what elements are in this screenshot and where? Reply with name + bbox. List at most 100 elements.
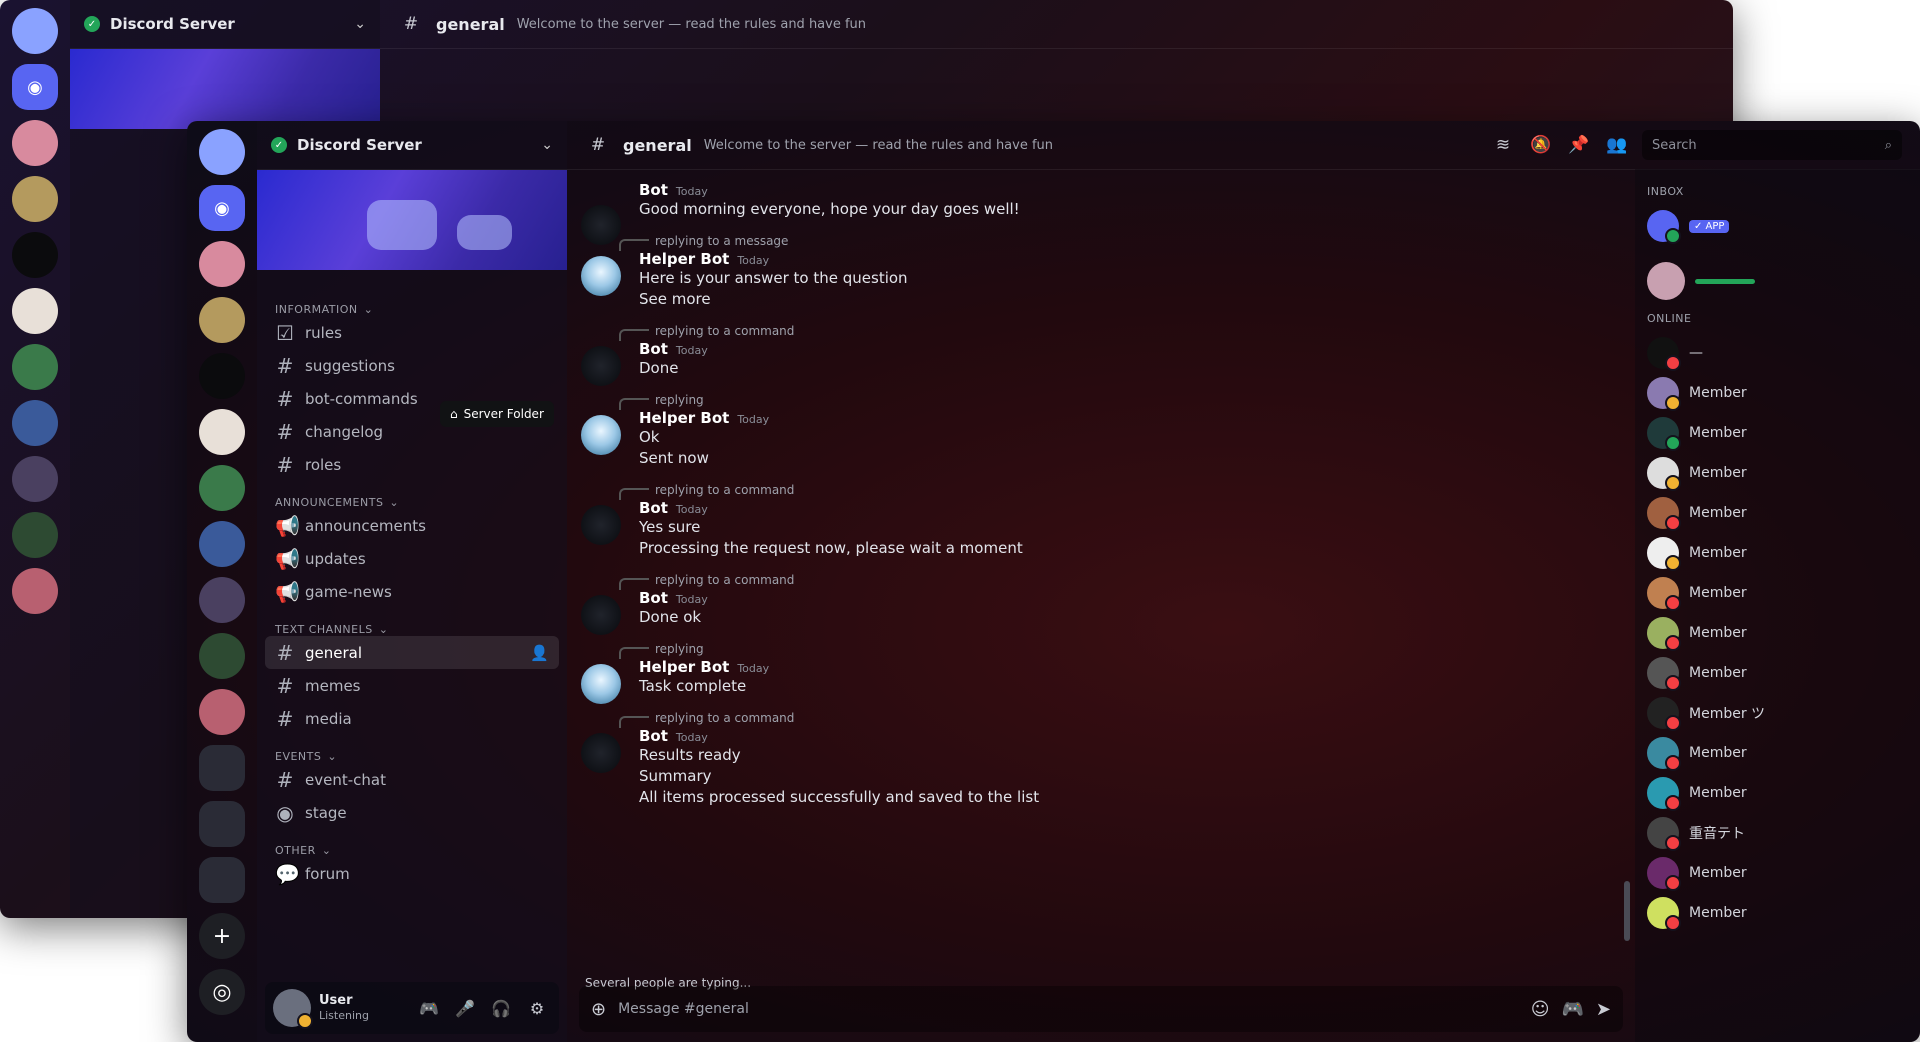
chevron-down-icon[interactable]: ⌄ [541, 137, 553, 153]
member-item[interactable]: Member [1647, 653, 1908, 693]
channel-item[interactable]: # roles [265, 448, 559, 481]
avatar[interactable] [581, 664, 621, 704]
message[interactable]: replying to a command Bot Today Done [567, 316, 1635, 386]
server-icon[interactable] [12, 400, 58, 446]
avatar[interactable] [581, 415, 621, 455]
channel-item[interactable]: # memes [265, 669, 559, 702]
microphone-icon[interactable]: 🎤 [451, 994, 479, 1022]
channel-item[interactable]: # suggestions [265, 349, 559, 382]
avatar[interactable] [581, 346, 621, 386]
server-icon[interactable] [199, 241, 245, 287]
server-icon[interactable] [199, 577, 245, 623]
gamepad-icon[interactable]: 🎮 [1561, 999, 1583, 1020]
add-server-icon[interactable]: + [199, 913, 245, 959]
channel-item[interactable]: 📢 game-news [265, 575, 559, 608]
avatar[interactable] [581, 505, 621, 545]
guild-header[interactable]: ✓ Discord Server ⌄ [257, 121, 567, 170]
server-icon[interactable] [199, 689, 245, 735]
member-item[interactable]: Member [1647, 413, 1908, 453]
channel-item[interactable]: ☑ rules [265, 316, 559, 349]
channel-topic[interactable]: Welcome to the server — read the rules a… [704, 138, 1478, 153]
search-input[interactable]: Search ⌕ [1642, 130, 1902, 160]
dm-home-icon[interactable] [12, 8, 58, 54]
reply-preview[interactable]: replying [619, 391, 1617, 409]
chevron-down-icon[interactable]: ⌄ [354, 16, 366, 32]
member-item[interactable]: Member [1647, 493, 1908, 533]
message[interactable]: replying to a command Bot Today Yes sure … [567, 475, 1635, 565]
server-folder-icon[interactable] [199, 745, 245, 791]
channel-item[interactable]: ◉ stage [265, 796, 559, 829]
server-icon[interactable] [12, 232, 58, 278]
avatar[interactable] [581, 733, 621, 773]
gear-icon[interactable]: ⚙ [523, 994, 551, 1022]
message-composer[interactable]: ⊕ Message #general ☺ 🎮 ➤ [579, 986, 1623, 1032]
avatar[interactable] [581, 256, 621, 296]
channel-item[interactable]: 📢 announcements [265, 509, 559, 542]
server-icon[interactable] [199, 465, 245, 511]
reply-preview[interactable]: replying to a message [619, 232, 1617, 250]
member-item[interactable]: Member [1647, 613, 1908, 653]
category-other[interactable]: Other ⌄ [257, 829, 567, 857]
member-item[interactable]: Member [1647, 453, 1908, 493]
avatar[interactable] [581, 595, 621, 635]
reply-preview[interactable]: replying to a command [619, 709, 1617, 727]
reply-preview[interactable]: replying to a command [619, 481, 1617, 499]
featured-app[interactable]: ✓ APP [1647, 206, 1908, 246]
category-announce[interactable]: Announcements ⌄ [257, 481, 567, 509]
member-item[interactable]: Member [1647, 373, 1908, 413]
pin-icon[interactable]: 📌 [1566, 135, 1592, 155]
member-item[interactable]: Member [1647, 573, 1908, 613]
member-item[interactable]: Member [1647, 773, 1908, 813]
member-item[interactable]: Member [1647, 853, 1908, 893]
activity-card[interactable] [1647, 256, 1908, 306]
threads-icon[interactable]: ≋ [1490, 135, 1516, 155]
server-icon[interactable] [199, 297, 245, 343]
category-info[interactable]: Information ⌄ [257, 288, 567, 316]
member-item[interactable]: Member [1647, 893, 1908, 933]
server-icon[interactable] [199, 521, 245, 567]
server-folder-icon[interactable] [199, 801, 245, 847]
discord-home-icon[interactable]: ◉ [199, 185, 245, 231]
server-icon[interactable] [12, 288, 58, 334]
category-chat[interactable]: Text Channels ⌄ [257, 608, 567, 636]
reply-preview[interactable]: replying to a command [619, 571, 1617, 589]
member-item[interactable]: Member ツ [1647, 693, 1908, 733]
message[interactable]: replying to a message Helper Bot Today He… [567, 226, 1635, 316]
gamepad-icon[interactable]: 🎮 [415, 994, 443, 1022]
server-icon[interactable] [12, 120, 58, 166]
message[interactable]: replying to a command Bot Today Results r… [567, 703, 1635, 814]
reply-preview[interactable]: replying to a command [619, 322, 1617, 340]
emoji-icon[interactable]: ☺ [1531, 999, 1550, 1020]
member-item[interactable]: Member [1647, 733, 1908, 773]
add-attachment-icon[interactable]: ⊕ [591, 999, 606, 1020]
add-member-icon[interactable]: 👤 [530, 644, 549, 662]
message[interactable]: replying Helper Bot Today Ok Sent now [567, 385, 1635, 475]
category-events[interactable]: Events ⌄ [257, 735, 567, 763]
discover-icon[interactable]: ◎ [199, 969, 245, 1015]
mute-bell-icon[interactable]: 🔕 [1528, 135, 1554, 155]
server-icon[interactable] [199, 633, 245, 679]
member-item[interactable]: — [1647, 333, 1908, 373]
channel-item[interactable]: 💬 forum [265, 857, 559, 890]
reply-preview[interactable]: replying [619, 640, 1617, 658]
channel-item[interactable]: # media [265, 702, 559, 735]
message-input[interactable]: Message #general [618, 1001, 1519, 1017]
avatar[interactable] [273, 989, 313, 1029]
scrollbar[interactable] [1624, 881, 1630, 941]
server-icon[interactable] [12, 344, 58, 390]
member-item[interactable]: Member [1647, 533, 1908, 573]
message[interactable]: replying to a command Bot Today Done ok [567, 565, 1635, 635]
channel-item[interactable]: 📢 updates [265, 542, 559, 575]
guild-header-back[interactable]: ✓ Discord Server ⌄ [70, 0, 380, 49]
send-icon[interactable]: ➤ [1596, 999, 1611, 1020]
server-icon[interactable] [12, 512, 58, 558]
channel-item-active[interactable]: # general 👤 [265, 636, 559, 669]
server-icon[interactable] [199, 409, 245, 455]
members-icon[interactable]: 👥 [1604, 135, 1630, 155]
channel-item[interactable]: # event-chat [265, 763, 559, 796]
server-folder-icon[interactable] [199, 857, 245, 903]
dm-home-icon[interactable] [199, 129, 245, 175]
message[interactable]: Bot Today Good morning everyone, hope you… [567, 175, 1635, 245]
message[interactable]: replying Helper Bot Today Task complete [567, 634, 1635, 704]
headphones-icon[interactable]: 🎧 [487, 994, 515, 1022]
